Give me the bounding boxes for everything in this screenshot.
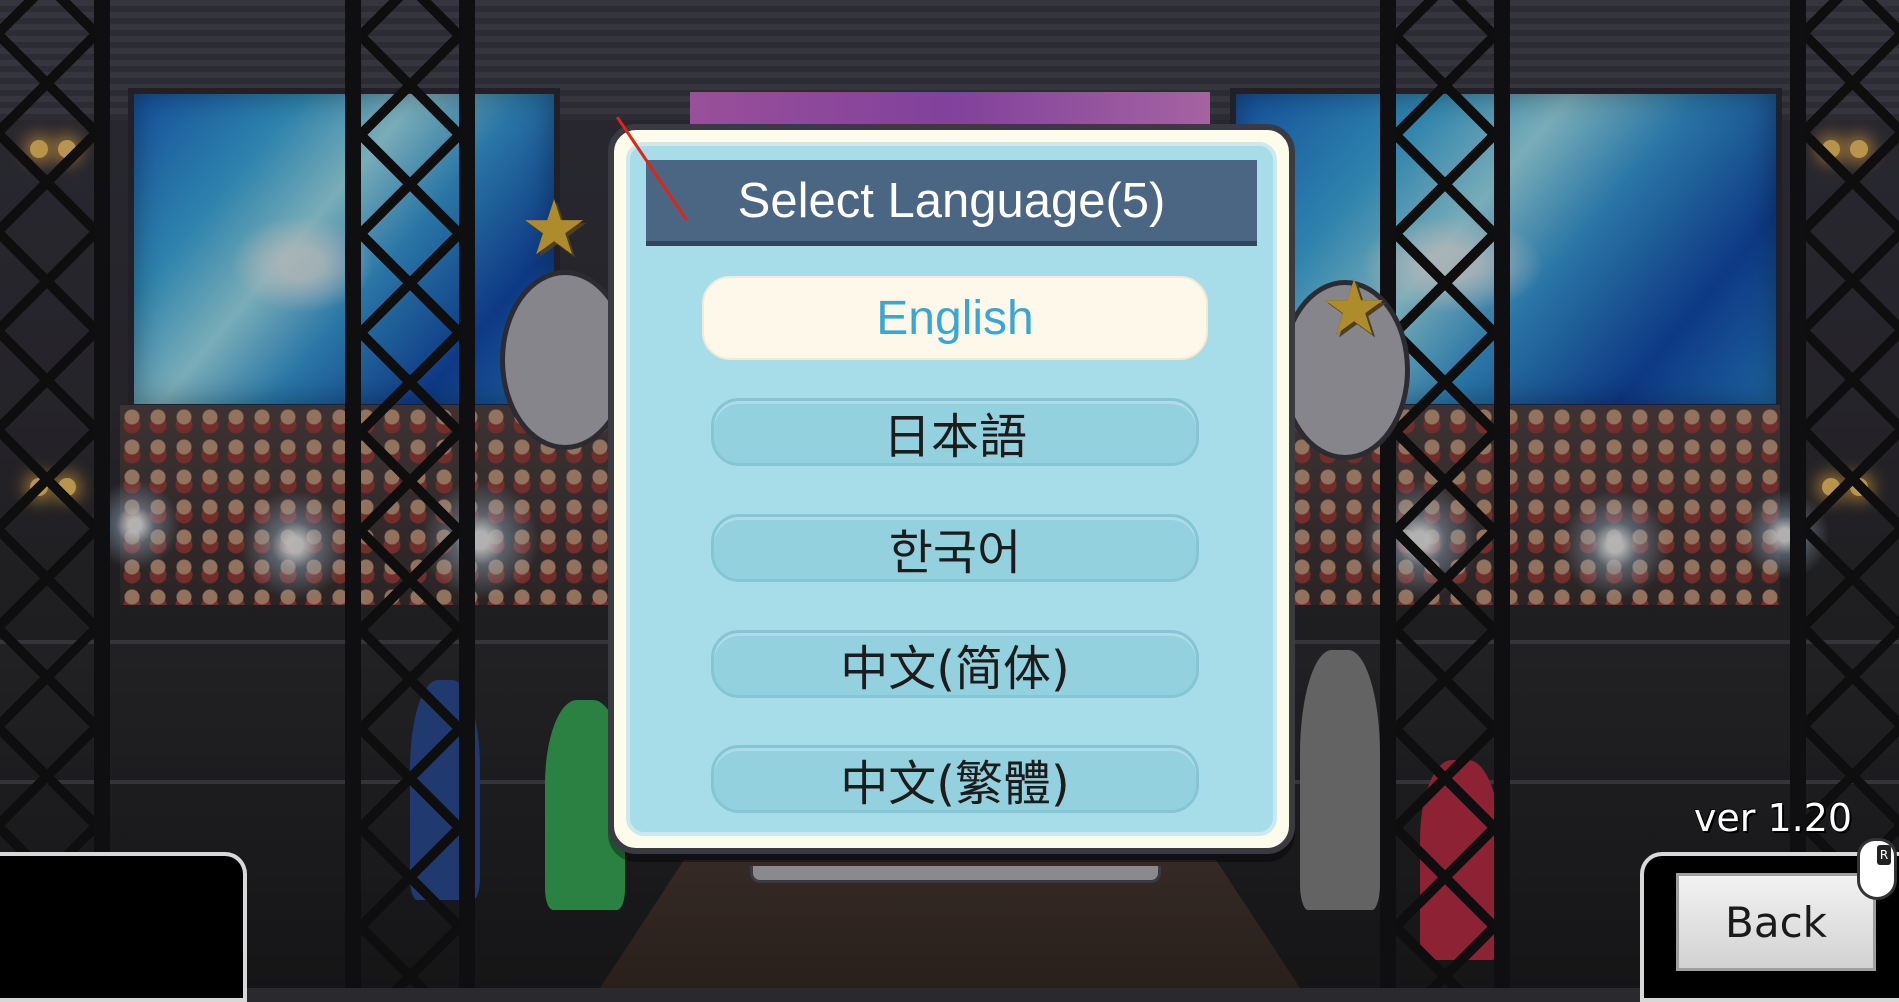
version-label: ver 1.20 xyxy=(1693,796,1853,840)
language-option-japanese[interactable]: 日本語 xyxy=(711,398,1199,466)
dialog-title: Select Language(5) xyxy=(646,160,1257,246)
language-option-korean[interactable]: 한국어 xyxy=(711,514,1199,582)
language-option-english[interactable]: English xyxy=(702,276,1208,360)
mouse-right-click-icon: R xyxy=(1857,838,1897,900)
mouse-button-badge: R xyxy=(1877,845,1891,865)
dialog-body xyxy=(626,142,1277,836)
language-dialog: Select Language(5) English 日本語 한국어 中文(简体… xyxy=(608,124,1295,854)
bottom-left-panel xyxy=(0,852,247,1002)
language-option-chinese-traditional[interactable]: 中文(繁體) xyxy=(711,745,1199,813)
dialog-base xyxy=(750,866,1161,883)
back-button[interactable]: Back xyxy=(1676,873,1876,971)
language-option-chinese-simplified[interactable]: 中文(简体) xyxy=(711,630,1199,698)
